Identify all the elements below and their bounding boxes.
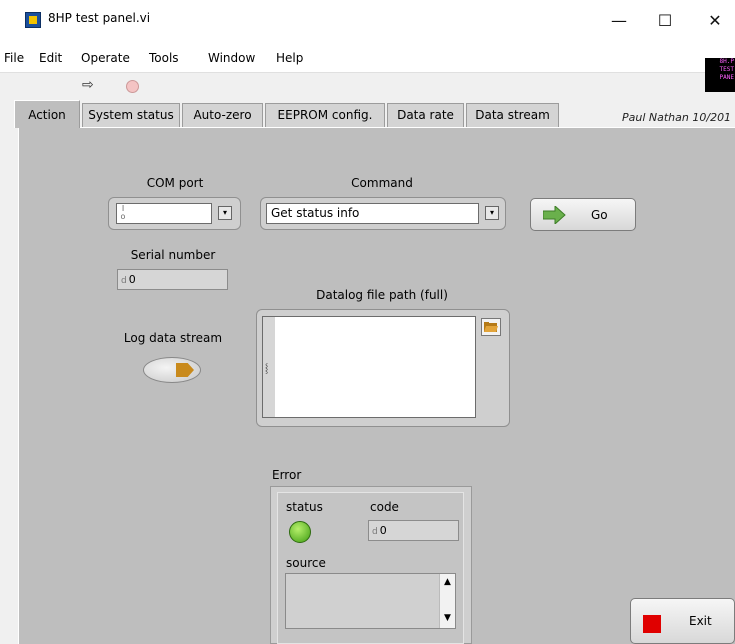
command-select[interactable]: Get status info (266, 203, 479, 224)
serial-number-indicator: d0 (117, 269, 228, 290)
menu-tools[interactable]: Tools (149, 51, 179, 65)
source-scrollbar[interactable]: ▲ ▼ (439, 574, 455, 628)
vi-icon: 8H.P TEST PANE (705, 58, 735, 92)
com-port-label: COM port (146, 176, 204, 190)
radix-label: d (121, 276, 127, 286)
command-label: Command (351, 176, 413, 190)
error-status-label: status (286, 500, 323, 514)
close-button[interactable]: ✕ (692, 6, 735, 36)
go-button[interactable]: Go (530, 198, 636, 231)
vi-icon-line: 8H.P (719, 58, 734, 65)
error-source-label: source (286, 556, 326, 570)
tab-auto-zero[interactable]: Auto-zero (182, 103, 263, 127)
exit-button-label: Exit (689, 614, 712, 628)
labview-app-icon (25, 12, 41, 28)
vi-icon-line: PANE (719, 74, 734, 81)
serial-number-value: 0 (128, 273, 136, 286)
path-cursor-icon: ⸾ (265, 364, 269, 374)
com-port-dropdown-button[interactable]: ▾ (218, 206, 232, 220)
menu-edit[interactable]: Edit (39, 51, 62, 65)
menu-operate[interactable]: Operate (81, 51, 130, 65)
menu-window[interactable]: Window (208, 51, 255, 65)
serial-number-label: Serial number (130, 248, 216, 262)
vi-icon-line: TEST (719, 66, 734, 73)
error-code-indicator: d0 (368, 520, 459, 541)
scroll-down-icon[interactable]: ▼ (440, 613, 455, 623)
scroll-up-icon[interactable]: ▲ (440, 577, 455, 587)
tab-eeprom-config[interactable]: EEPROM config. (265, 103, 385, 127)
radix-label: d (372, 527, 378, 537)
com-port-field[interactable]: Io (116, 203, 212, 224)
tab-action[interactable]: Action (14, 100, 80, 128)
datalog-path-field[interactable]: ⸾ (262, 316, 476, 418)
toolbar (0, 72, 735, 101)
menu-help[interactable]: Help (276, 51, 303, 65)
window-title: 8HP test panel.vi (48, 11, 151, 25)
menu-file[interactable]: File (4, 51, 24, 65)
exit-button[interactable]: Exit (630, 598, 735, 644)
tab-data-stream[interactable]: Data stream (466, 103, 559, 127)
browse-folder-button[interactable] (481, 318, 501, 336)
log-data-stream-toggle[interactable] (143, 357, 201, 383)
error-code-label: code (370, 500, 399, 514)
toggle-indicator-icon (176, 363, 194, 377)
status-led-indicator (289, 521, 311, 543)
author-label: Paul Nathan 10/201 (622, 111, 732, 124)
maximize-button[interactable]: ☐ (642, 6, 688, 36)
stop-square-icon (643, 615, 661, 633)
go-arrow-icon (543, 206, 566, 224)
tab-data-rate[interactable]: Data rate (387, 103, 464, 127)
log-data-stream-label: Log data stream (123, 331, 223, 345)
go-button-label: Go (591, 208, 608, 222)
io-radix-icon: Io (120, 204, 126, 221)
datalog-path-label: Datalog file path (full) (316, 288, 448, 302)
run-arrow-icon[interactable]: ⇨ (82, 77, 94, 93)
tab-system-status[interactable]: System status (82, 103, 180, 127)
error-code-value: 0 (379, 524, 387, 537)
abort-icon[interactable] (126, 80, 139, 93)
minimize-button[interactable]: — (596, 6, 642, 36)
error-source-field (285, 573, 456, 629)
command-dropdown-button[interactable]: ▾ (485, 206, 499, 220)
error-cluster-label: Error (272, 468, 302, 482)
folder-icon (484, 322, 498, 332)
